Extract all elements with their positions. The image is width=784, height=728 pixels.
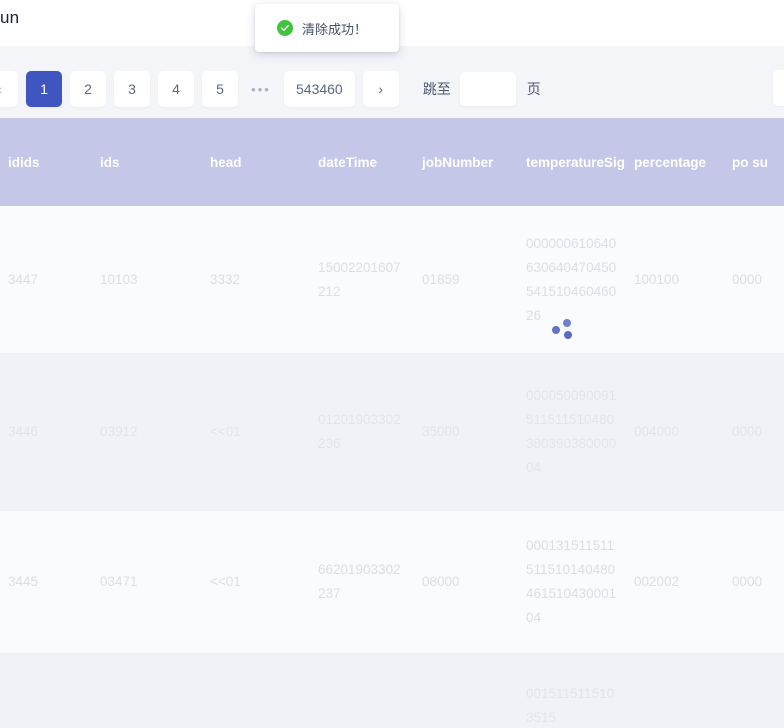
column-header-datetime-label: dateTime [318, 154, 378, 170]
cell-percentage: 002002 [634, 574, 680, 589]
cell-datetime: 01201903302236 [318, 412, 401, 451]
spinner-dot [552, 326, 560, 334]
pagination-page-1[interactable]: 1 [26, 71, 62, 107]
cell-powersupply: 0000 [732, 271, 763, 287]
cell-jobnumber: 08000 [422, 574, 460, 589]
page-jump-input[interactable] [459, 72, 516, 106]
cell-head: 3332 [210, 271, 241, 287]
cell-idids: 3445 [8, 574, 39, 589]
column-header-jobnumber[interactable]: jobNumber [414, 118, 518, 206]
page-jump: 跳至 页 [423, 72, 541, 106]
app-root: un 清除成功！ ‹ 1 2 3 4 5 ••• 543460 › 跳至 页 i… [0, 0, 784, 728]
table-header-row: idids ids head dateTime jobNumber temper… [0, 118, 784, 206]
pagination-prev-button[interactable]: ‹ [0, 71, 18, 107]
cell-datetime: 66201903302237 [318, 562, 401, 601]
table-row[interactable]: 0015115115103515 [0, 654, 784, 728]
table-row[interactable]: 3445 03471 <<01 66201903302237 08000 000… [0, 511, 784, 654]
column-header-percentage[interactable]: percentage [626, 118, 724, 206]
cell-datetime: 15002201607212 [318, 259, 401, 299]
pagination-next-button[interactable]: › [362, 71, 399, 107]
cell-ids: 03471 [100, 574, 138, 589]
column-header-ids[interactable]: ids [92, 118, 202, 206]
column-header-datetime[interactable]: dateTime [310, 118, 414, 206]
cell-temperaturesignal: 00005009009151151151048038039038000004 [526, 388, 617, 475]
table-row[interactable]: 3447 10103 3332 15002201607212 01859 000… [0, 206, 784, 354]
pagination-last-page[interactable]: 543460 [284, 71, 355, 107]
pagination-page-4[interactable]: 4 [158, 71, 194, 107]
toast-message: 清除成功！ [302, 21, 368, 37]
cell-temperaturesignal: 00000061064063064047045054151046046026 [526, 235, 617, 323]
loading-spinner-icon [552, 318, 578, 344]
column-header-percentage-label: percentage [634, 154, 707, 170]
table-row[interactable]: 3446 03912 <<01 01201903302236 35000 000… [0, 354, 784, 511]
cell-temperaturesignal: 0015115115103515 [526, 686, 615, 725]
column-header-temperaturesignal[interactable]: temperatureSignal [518, 118, 626, 206]
pagination-page-3[interactable]: 3 [114, 71, 150, 107]
pagination-bar: ‹ 1 2 3 4 5 ••• 543460 › 跳至 页 [0, 60, 784, 118]
page-jump-unit: 页 [526, 81, 541, 97]
column-header-head[interactable]: head [202, 118, 310, 206]
cell-idids: 3446 [8, 424, 39, 439]
cell-powersupply: 0000 [732, 424, 763, 439]
column-header-head-label: head [210, 154, 242, 170]
column-header-powersupply[interactable]: po su [724, 118, 784, 206]
cell-temperaturesignal: 00013151151151151014048046151043000104 [526, 538, 617, 625]
check-circle-icon [277, 20, 293, 36]
column-header-temperaturesignal-label: temperatureSignal [526, 154, 626, 170]
toast-notification: 清除成功！ [255, 4, 399, 52]
cell-powersupply: 0000 [732, 574, 763, 589]
pagination-ellipsis[interactable]: ••• [246, 71, 276, 107]
cell-percentage: 100100 [634, 271, 680, 287]
cell-head: <<01 [210, 424, 241, 439]
page-jump-label: 跳至 [422, 81, 451, 97]
cell-jobnumber: 35000 [422, 424, 460, 439]
column-header-jobnumber-label: jobNumber [422, 154, 494, 170]
cell-idids: 3447 [8, 271, 39, 287]
column-header-idids-label: idids [8, 154, 40, 170]
pagination-page-2[interactable]: 2 [70, 71, 106, 107]
column-header-idids[interactable]: idids [0, 118, 92, 206]
data-table: idids ids head dateTime jobNumber temper… [0, 118, 784, 728]
column-header-ids-label: ids [100, 154, 120, 170]
cell-jobnumber: 01859 [422, 271, 460, 287]
cell-head: <<01 [210, 574, 241, 589]
column-header-powersupply-label: po su [732, 154, 768, 170]
cell-percentage: 004000 [634, 424, 680, 439]
page-title: un [0, 8, 20, 27]
cell-ids: 03912 [100, 424, 138, 439]
spinner-dot [564, 331, 572, 339]
spinner-dot [563, 319, 571, 327]
cell-ids: 10103 [100, 271, 138, 287]
page-size-selector[interactable] [773, 70, 784, 106]
pagination-page-5[interactable]: 5 [202, 71, 238, 107]
